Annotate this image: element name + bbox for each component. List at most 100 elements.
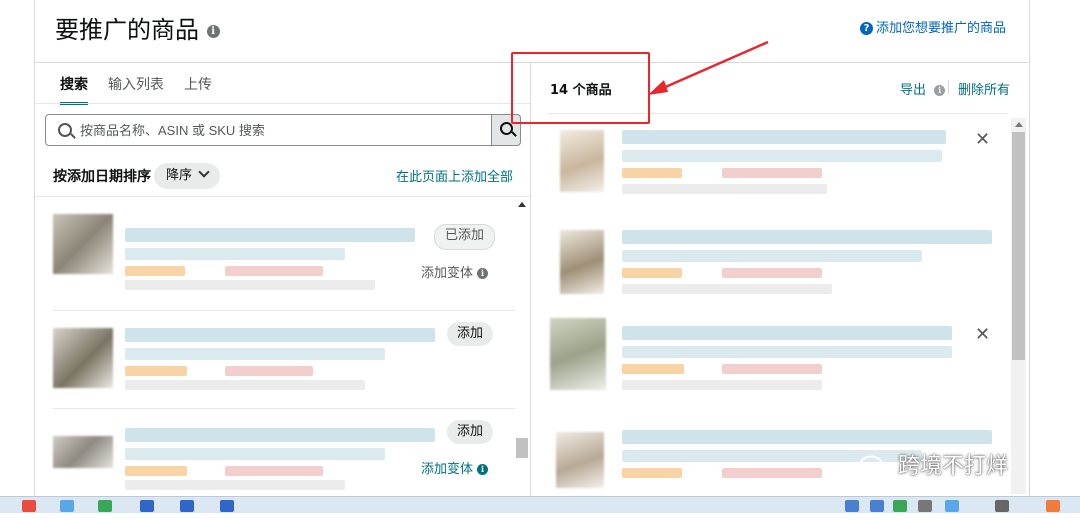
- annotation-highlight-box: [511, 52, 650, 124]
- list-item: 已添加 添加变体 i: [53, 214, 515, 310]
- search-input[interactable]: [78, 122, 482, 139]
- added-button[interactable]: 已添加: [434, 224, 496, 250]
- app-icon[interactable]: [60, 500, 74, 512]
- add-variant-text: 添加变体: [421, 462, 474, 477]
- product-price-blurred: [125, 366, 187, 376]
- product-title-blurred: [622, 250, 922, 262]
- product-title-blurred: [622, 130, 946, 144]
- app-icon[interactable]: [98, 500, 112, 512]
- product-thumbnail: [53, 328, 113, 388]
- product-title-blurred: [622, 326, 952, 340]
- tab-bar: 搜索 输入列表 上传: [60, 74, 212, 105]
- export-link-text: 导出: [900, 83, 927, 98]
- list-divider: [35, 196, 530, 197]
- product-meta-blurred: [722, 268, 822, 278]
- add-button[interactable]: 添加: [447, 420, 494, 444]
- product-meta-blurred: [225, 466, 323, 476]
- volume-icon[interactable]: [918, 500, 932, 512]
- selected-item: [560, 226, 992, 322]
- remove-item-icon[interactable]: ✕: [975, 129, 990, 150]
- watermark-text: 跨境不打烊: [898, 454, 1009, 479]
- info-icon[interactable]: i: [206, 24, 220, 38]
- export-link[interactable]: 导出 i: [900, 79, 946, 98]
- tray-icon[interactable]: [893, 500, 907, 512]
- annotation-arrow-icon: [648, 40, 769, 95]
- product-thumbnail: [560, 130, 604, 192]
- list-item: 添加: [53, 320, 515, 416]
- selected-item: ✕: [550, 318, 990, 414]
- tab-upload[interactable]: 上传: [184, 74, 212, 105]
- app-icon[interactable]: [180, 500, 194, 512]
- product-price-blurred: [125, 266, 185, 276]
- row-divider: [53, 408, 515, 409]
- product-price-blurred: [622, 268, 682, 278]
- sort-order-value: 降序: [166, 168, 193, 183]
- row-divider: [53, 310, 515, 311]
- info-icon: i: [477, 268, 489, 279]
- add-variant-text: 添加变体: [421, 266, 474, 281]
- app-icon[interactable]: [140, 500, 154, 512]
- panel-divider: [530, 62, 531, 496]
- remove-item-icon[interactable]: ✕: [975, 324, 990, 345]
- right-scrollbar[interactable]: [1011, 118, 1026, 494]
- add-variant-link[interactable]: 添加变体 i: [421, 458, 489, 477]
- product-meta-blurred: [722, 364, 822, 374]
- product-thumbnail: [560, 230, 604, 294]
- tabs-divider: [35, 103, 530, 104]
- product-meta-blurred: [125, 280, 375, 290]
- add-variant-label[interactable]: 添加变体 i: [421, 262, 489, 281]
- product-meta-blurred: [622, 380, 822, 390]
- tray-icon[interactable]: [945, 500, 959, 512]
- wechat-icon: [859, 455, 891, 478]
- product-price-blurred: [622, 364, 684, 374]
- app-icon[interactable]: [220, 500, 234, 512]
- add-button[interactable]: 添加: [447, 322, 494, 346]
- product-thumbnail: [53, 214, 113, 274]
- tray-icon[interactable]: [845, 500, 859, 512]
- product-title-blurred: [125, 248, 345, 260]
- product-thumbnail: [53, 436, 113, 468]
- info-icon: i: [477, 464, 489, 475]
- info-icon: i: [934, 85, 946, 96]
- tab-search[interactable]: 搜索: [60, 74, 88, 105]
- chevron-down-icon: [198, 166, 210, 178]
- selected-item: ✕: [560, 126, 990, 222]
- tab-enter-list[interactable]: 输入列表: [108, 74, 164, 105]
- tray-icon[interactable]: [1046, 500, 1060, 512]
- tray-icon[interactable]: [995, 500, 1009, 512]
- product-title-blurred: [125, 448, 385, 460]
- scroll-up-arrow-icon[interactable]: [518, 202, 526, 207]
- product-title-blurred: [622, 346, 952, 358]
- product-meta-blurred: [722, 168, 822, 178]
- scrollbar-thumb[interactable]: [516, 438, 528, 458]
- product-price-blurred: [125, 466, 187, 476]
- os-taskbar: [0, 496, 1080, 513]
- search-submit-icon: [500, 122, 513, 135]
- product-title-blurred: [125, 328, 435, 342]
- left-scrollbar[interactable]: [515, 198, 529, 494]
- product-meta-blurred: [225, 266, 323, 276]
- link-separator: [948, 80, 949, 94]
- help-link-text: 添加您想要推广的商品: [875, 21, 1006, 36]
- product-price-blurred: [622, 468, 682, 478]
- search-box: [45, 114, 492, 146]
- product-meta-blurred: [622, 284, 832, 294]
- product-price-blurred: [622, 168, 682, 178]
- product-meta-blurred: [622, 184, 827, 194]
- sort-order-dropdown[interactable]: 降序: [154, 163, 221, 189]
- product-title-blurred: [622, 430, 992, 444]
- watermark: 跨境不打烊: [858, 448, 1008, 480]
- add-all-on-page-link[interactable]: 在此页面上添加全部: [396, 166, 513, 185]
- scroll-up-arrow-icon[interactable]: [1015, 122, 1023, 127]
- scrollbar-thumb[interactable]: [1012, 132, 1025, 360]
- tray-icon[interactable]: [870, 500, 884, 512]
- product-meta-blurred: [125, 380, 365, 390]
- app-icon[interactable]: [22, 500, 36, 512]
- product-title-blurred: [622, 150, 942, 162]
- product-thumbnail: [556, 432, 604, 488]
- product-title-blurred: [622, 230, 992, 244]
- product-title-blurred: [125, 228, 415, 242]
- help-link[interactable]: ? 添加您想要推广的商品: [859, 17, 1006, 36]
- question-icon: ?: [859, 22, 873, 35]
- remove-all-link[interactable]: 删除所有: [958, 79, 1010, 98]
